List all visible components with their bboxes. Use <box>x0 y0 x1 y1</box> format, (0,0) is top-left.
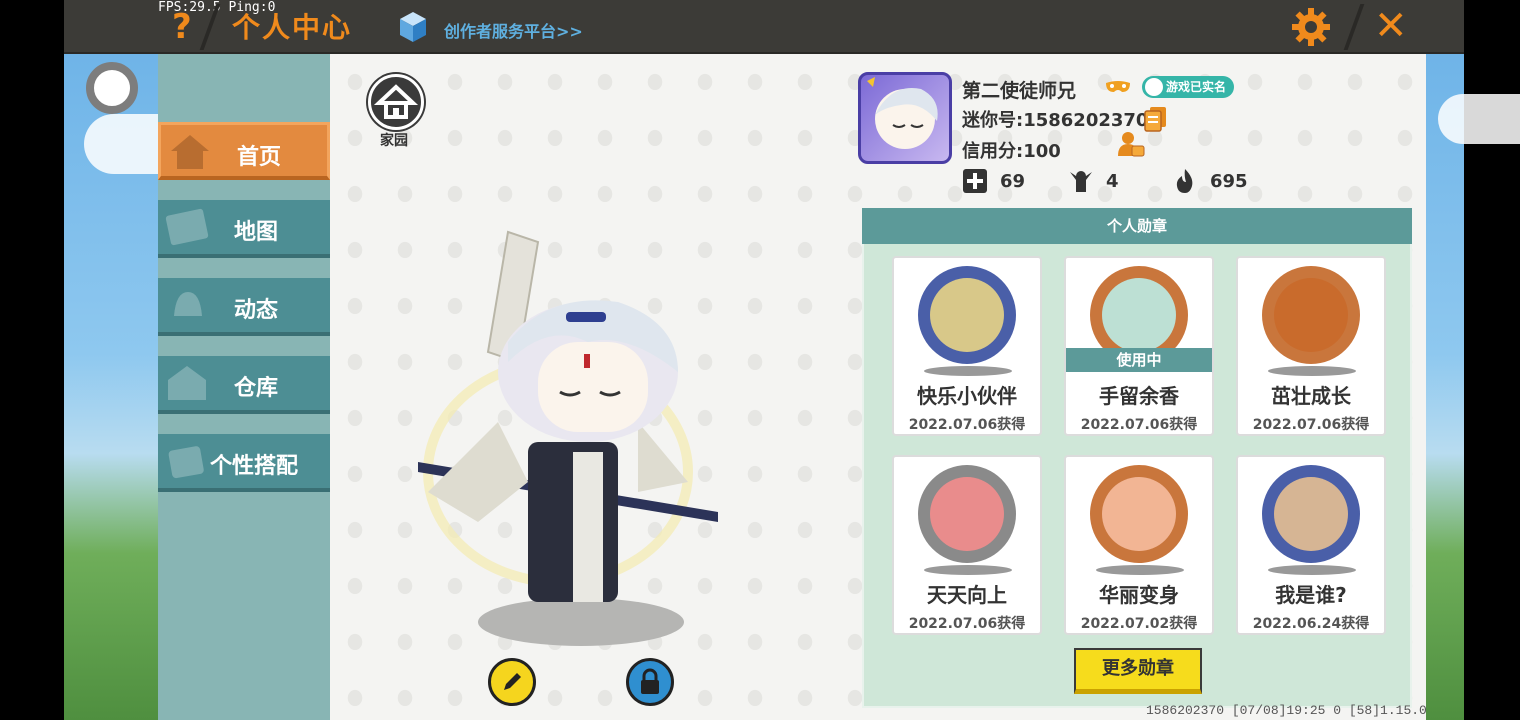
badge-card[interactable]: 华丽变身 2022.07.02获得 <box>1064 455 1214 635</box>
copy-icon[interactable] <box>1144 106 1168 132</box>
badge-date: 2022.06.24获得 <box>1252 616 1370 632</box>
character-avatar[interactable] <box>388 222 728 612</box>
left-letterbox <box>0 0 64 720</box>
sidebar-item-label: 动态 <box>234 298 279 323</box>
badge-in-use-tag: 使用中 <box>1066 348 1212 372</box>
badge-date: 2022.07.06获得 <box>908 417 1026 433</box>
verified-badge: 游戏已实名 <box>1142 76 1235 98</box>
badge-shadow <box>1096 565 1184 575</box>
badge-medal-icon <box>918 465 1016 563</box>
verified-user-icon <box>1145 78 1163 96</box>
help-icon[interactable]: ? <box>172 10 192 44</box>
profile-avatar[interactable] <box>858 72 952 164</box>
badge-name: 天天向上 <box>927 583 1007 607</box>
mini-id: 迷你号:1586202370 <box>962 110 1149 131</box>
sidebar-item-label: 个性搭配 <box>210 454 299 479</box>
sidebar-item-home[interactable]: 首页 <box>158 122 330 180</box>
page-title: 个人中心 <box>232 11 353 44</box>
sidebar-item-feed[interactable]: 动态 <box>158 278 330 336</box>
popularity-count: 695 <box>1210 170 1248 192</box>
cube-icon[interactable] <box>398 10 428 44</box>
badge-card[interactable]: 我是谁? 2022.06.24获得 <box>1236 455 1386 635</box>
outfit-icon <box>168 446 204 479</box>
map-icon <box>165 208 209 246</box>
badge-card[interactable]: 使用中 手留余香 2022.07.06获得 <box>1064 256 1214 436</box>
house-icon <box>373 84 419 119</box>
badge-name: 手留余香 <box>1099 384 1179 408</box>
build-info: 1586202370 [07/08]19:25 0 [58]1.15.0 <box>1146 703 1427 718</box>
lock-icon <box>641 668 659 694</box>
lock-button[interactable] <box>626 658 674 706</box>
badge-medal-icon <box>918 266 1016 364</box>
badge-shadow <box>1268 366 1356 376</box>
badge-date: 2022.07.06获得 <box>908 616 1026 632</box>
badge-medal-icon <box>1262 465 1360 563</box>
homeland-button[interactable] <box>368 74 424 130</box>
homeland-label: 家园 <box>380 133 408 149</box>
sidebar-item-warehouse[interactable]: 仓库 <box>158 356 330 414</box>
badge-shadow <box>924 565 1012 575</box>
badge-card[interactable]: 快乐小伙伴 2022.07.06获得 <box>892 256 1042 436</box>
sidebar-item-label: 地图 <box>234 220 279 245</box>
warehouse-icon <box>168 366 206 400</box>
avatar-portrait <box>867 77 938 149</box>
badge-shadow <box>924 366 1012 376</box>
gear-icon[interactable] <box>1290 6 1332 48</box>
fans-count: 4 <box>1106 170 1119 192</box>
bell-icon <box>174 292 202 316</box>
sidebar-item-label: 仓库 <box>234 376 279 401</box>
popularity-stat[interactable]: 695 <box>1172 168 1248 194</box>
badge-date: 2022.07.06获得 <box>1080 417 1198 433</box>
friends-stat[interactable]: 69 <box>962 168 1025 194</box>
verified-label: 游戏已实名 <box>1166 80 1227 94</box>
credit-score: 信用分:100 <box>962 141 1061 162</box>
pencil-icon <box>504 673 521 690</box>
badge-name: 快乐小伙伴 <box>917 384 1017 408</box>
friends-count: 69 <box>1000 170 1026 192</box>
badge-card[interactable]: 茁壮成长 2022.07.06获得 <box>1236 256 1386 436</box>
badge-shadow <box>1268 565 1356 575</box>
badge-name: 茁壮成长 <box>1271 384 1351 408</box>
badge-date: 2022.07.06获得 <box>1252 417 1370 433</box>
sidebar-item-outfit[interactable]: 个性搭配 <box>158 434 330 492</box>
badge-name: 我是谁? <box>1275 583 1347 607</box>
badge-panel-title: 个人勋章 <box>862 208 1412 244</box>
sidebar-item-map[interactable]: 地图 <box>158 200 330 258</box>
badge-date: 2022.07.02获得 <box>1080 616 1198 632</box>
nickname: 第二使徒师兄 <box>962 80 1077 102</box>
badge-name: 华丽变身 <box>1099 583 1179 607</box>
credit-user-icon[interactable] <box>1116 130 1146 158</box>
sidebar-item-label: 首页 <box>237 145 282 170</box>
fans-icon <box>1070 171 1092 192</box>
mask-icon <box>1106 81 1130 92</box>
close-icon[interactable]: ✕ <box>1374 4 1408 48</box>
more-badges-button[interactable]: 更多勋章 <box>1074 648 1202 694</box>
creator-platform-link[interactable]: 创作者服务平台>> <box>444 18 583 42</box>
fans-stat[interactable]: 4 <box>1068 168 1119 194</box>
badge-medal-icon <box>1090 465 1188 563</box>
badge-medal-icon <box>1262 266 1360 364</box>
loading-ring-icon[interactable] <box>86 62 138 114</box>
home-icon <box>171 135 209 169</box>
flame-icon <box>1176 169 1193 193</box>
friends-add-icon <box>963 169 987 193</box>
badge-card[interactable]: 天天向上 2022.07.06获得 <box>892 455 1042 635</box>
edit-avatar-button[interactable] <box>488 658 536 706</box>
